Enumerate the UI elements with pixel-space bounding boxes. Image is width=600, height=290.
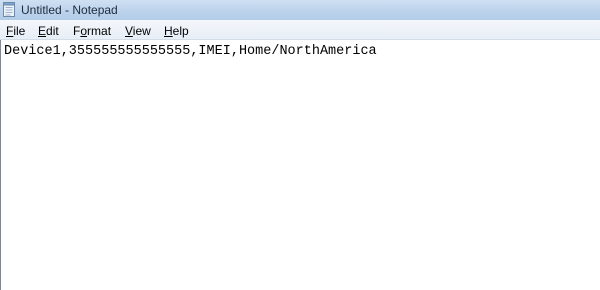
title-bar[interactable]: Untitled - Notepad: [0, 0, 600, 20]
menu-view[interactable]: View: [125, 24, 151, 38]
menu-edit[interactable]: Edit: [38, 24, 59, 38]
menu-file-label: ile: [13, 24, 26, 38]
notepad-icon: [3, 2, 15, 17]
notepad-window: Untitled - Notepad File Edit Format View…: [0, 0, 600, 290]
menu-edit-accelerator: E: [38, 24, 47, 38]
menu-edit-label: dit: [46, 24, 59, 38]
menu-view-accelerator: V: [125, 24, 133, 38]
menu-bar: File Edit Format View Help: [0, 20, 600, 40]
menu-file[interactable]: File: [6, 24, 25, 38]
menu-help[interactable]: Help: [164, 24, 189, 38]
menu-format-label-end: rmat: [87, 24, 112, 38]
window-title: Untitled - Notepad: [21, 3, 118, 17]
menu-format[interactable]: Format: [73, 24, 111, 38]
editor-content[interactable]: Device1,355555555555555,IMEI,Home/NorthA…: [4, 43, 377, 60]
menu-help-label: elp: [172, 24, 189, 38]
menu-help-accelerator: H: [164, 24, 173, 38]
menu-view-label: iew: [132, 24, 151, 38]
text-editor-area[interactable]: Device1,355555555555555,IMEI,Home/NorthA…: [0, 40, 600, 290]
